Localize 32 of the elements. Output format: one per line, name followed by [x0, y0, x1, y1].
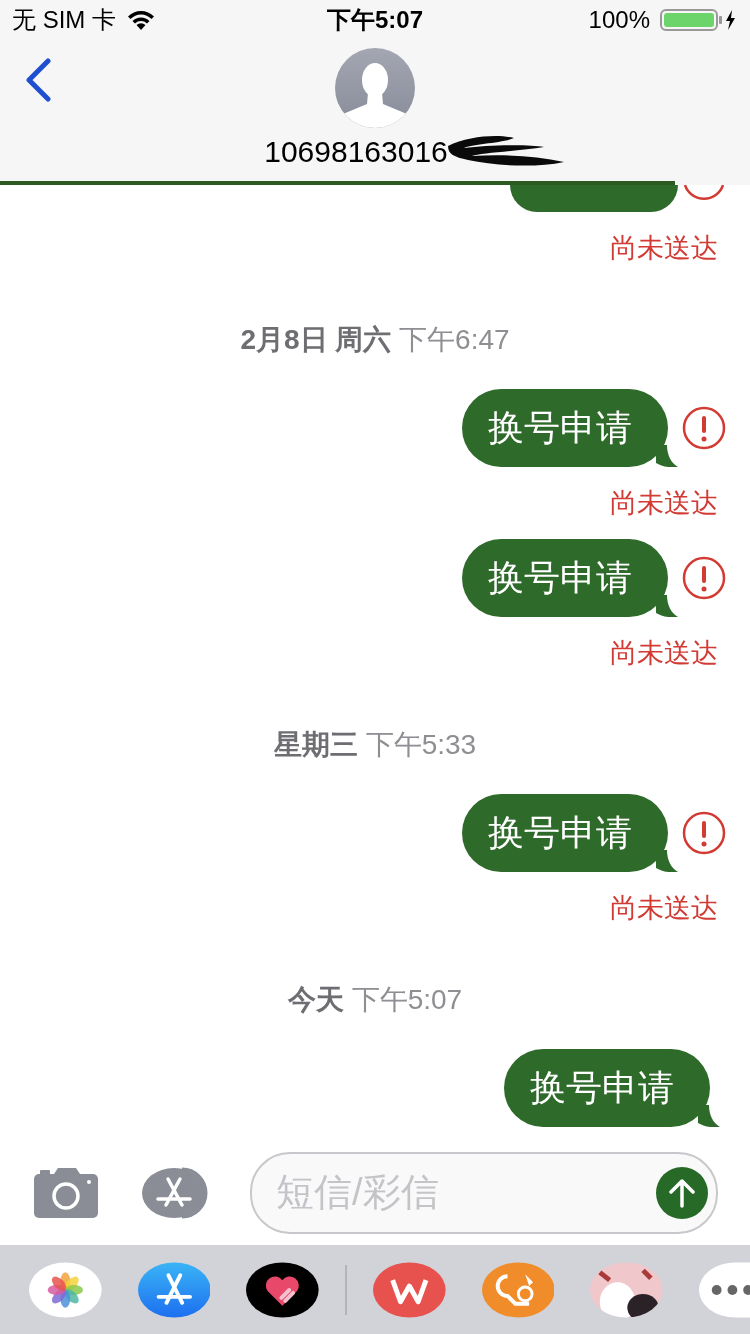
flower-app-icon[interactable]: [29, 1261, 102, 1318]
wifi-icon: [126, 9, 156, 31]
arrow-up-icon: [669, 1177, 695, 1208]
bubble-tail: [656, 595, 678, 617]
alert-icon[interactable]: [682, 406, 726, 450]
message-bubble[interactable]: [510, 185, 678, 212]
contact-avatar[interactable]: [335, 48, 415, 128]
timestamp: 今天 下午5:07: [287, 983, 463, 1017]
alert-icon[interactable]: [682, 556, 726, 600]
more-icon[interactable]: [698, 1261, 750, 1318]
delivery-status: 尚未送达: [610, 232, 718, 265]
bubble-tail: [656, 850, 678, 872]
battery-charging-icon: [660, 8, 738, 32]
battery-percent: 100%: [588, 6, 650, 34]
bubble-tail: [656, 445, 678, 467]
delivery-status: 尚未送达: [610, 637, 718, 670]
timestamp: 2月8日 周六 下午6:47: [240, 323, 510, 357]
back-button[interactable]: [24, 58, 52, 102]
carrier-label: 无 SIM 卡: [12, 5, 116, 35]
alert-icon[interactable]: [682, 811, 726, 855]
office-app-icon[interactable]: [372, 1261, 446, 1318]
contact-number[interactable]: 10698163016: [264, 135, 448, 169]
delivery-status: 尚未送达: [610, 892, 718, 925]
alert-icon[interactable]: [682, 185, 726, 201]
heart-app-icon[interactable]: [246, 1261, 319, 1318]
clock-time: 下午5:07: [327, 5, 423, 35]
delivery-status: 尚未送达: [610, 487, 718, 520]
squirrel-app-icon[interactable]: [481, 1261, 555, 1318]
bubble-tail: [698, 1105, 720, 1127]
camera-icon[interactable]: [34, 1167, 100, 1218]
timestamp: 星期三 下午5:33: [273, 728, 477, 762]
app-store-icon[interactable]: [137, 1261, 211, 1318]
